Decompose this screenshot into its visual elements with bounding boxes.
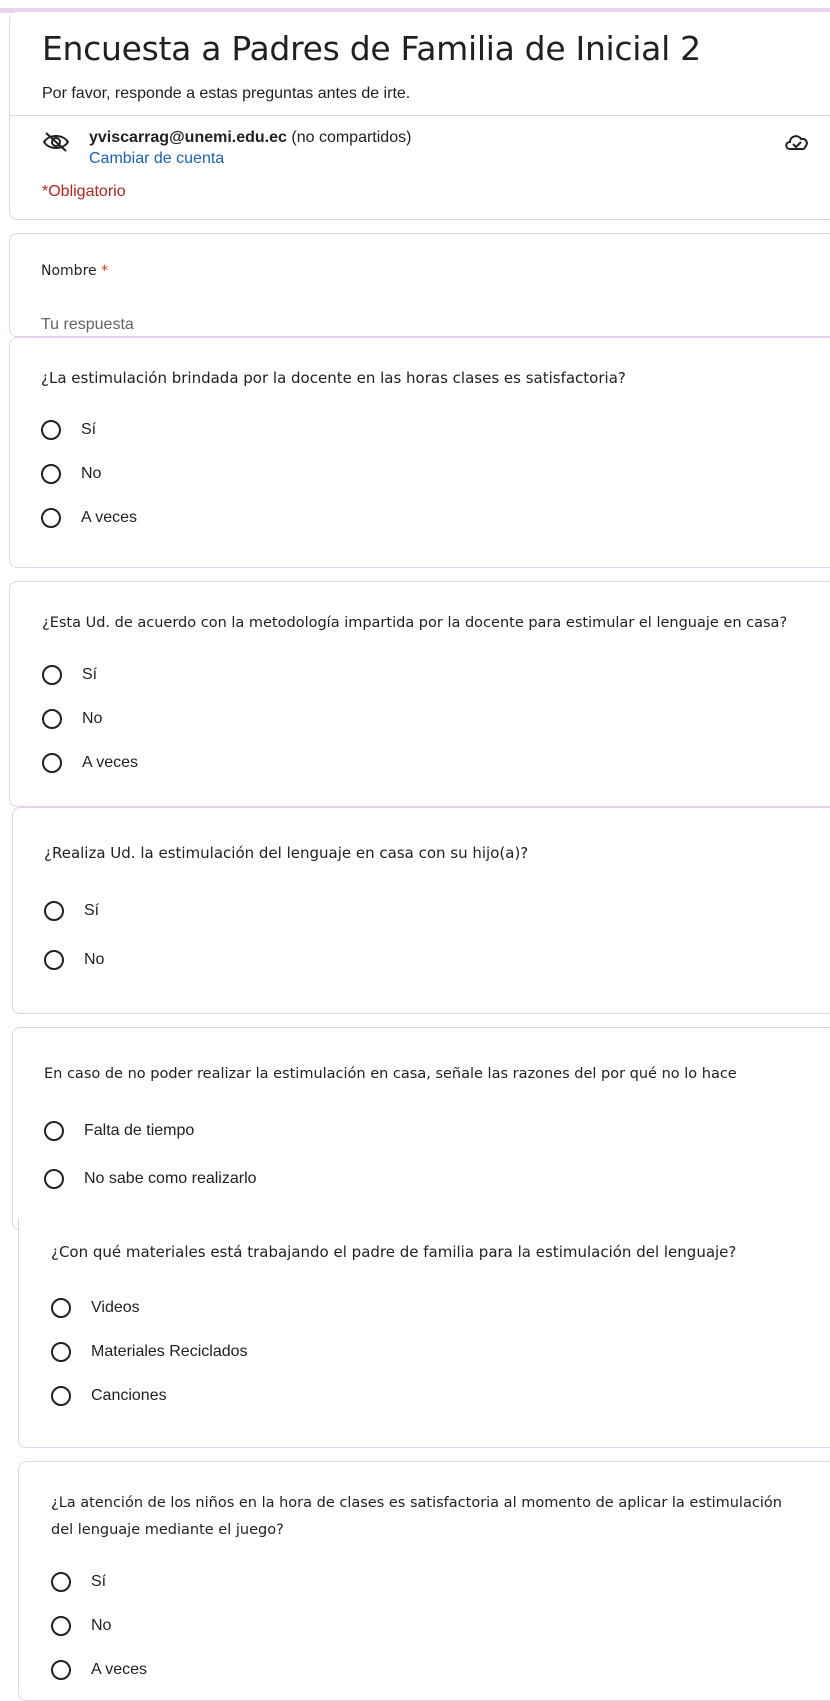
required-asterisk: *	[101, 263, 109, 279]
radio-option[interactable]: A veces	[41, 504, 137, 532]
option-label: No	[81, 465, 102, 482]
question-text: ¿Con qué materiales está trabajando el p…	[51, 1243, 737, 1261]
radio-option[interactable]: Sí	[44, 897, 99, 925]
option-label: Canciones	[91, 1387, 167, 1404]
option-label: Sí	[84, 902, 100, 919]
radio-option[interactable]: No	[51, 1612, 111, 1640]
eye-off-icon	[42, 132, 70, 152]
question-card-5: ¿Con qué materiales está trabajando el p…	[18, 1218, 830, 1448]
radio-option[interactable]: No	[41, 460, 101, 488]
radio-option[interactable]: Sí	[51, 1568, 106, 1596]
radio-option[interactable]: Falta de tiempo	[44, 1117, 194, 1145]
radio-option[interactable]: A veces	[42, 749, 138, 777]
question-card-1: ¿La estimulación brindada por la docente…	[9, 337, 830, 568]
option-label: No	[84, 951, 105, 968]
radio-circle[interactable]	[51, 1298, 71, 1318]
name-label: Nombre	[41, 263, 97, 279]
option-label: Sí	[81, 421, 97, 438]
radio-circle[interactable]	[42, 753, 62, 773]
question-text: ¿La atención de los niños en la hora de …	[51, 1490, 782, 1544]
radio-circle[interactable]	[41, 420, 61, 440]
option-label: No sabe como realizarlo	[84, 1170, 257, 1187]
header-card: Encuesta a Padres de Familia de Inicial …	[9, 12, 830, 220]
header-divider	[10, 115, 830, 116]
radio-option[interactable]: No sabe como realizarlo	[44, 1165, 257, 1193]
cloud-check-icon	[785, 135, 808, 150]
switch-account-link[interactable]: Cambiar de cuenta	[89, 150, 224, 168]
radio-option[interactable]: A veces	[51, 1656, 147, 1684]
radio-option[interactable]: Canciones	[51, 1382, 167, 1410]
radio-option[interactable]: No	[42, 705, 102, 733]
account-line: yviscarrag@unemi.edu.ec (no compartidos)	[89, 129, 411, 147]
required-note: *Obligatorio	[42, 183, 126, 200]
radio-circle[interactable]	[44, 901, 64, 921]
question-text: En caso de no poder realizar la estimula…	[44, 1066, 737, 1082]
radio-circle[interactable]	[51, 1572, 71, 1592]
question-card-6: ¿La atención de los niños en la hora de …	[18, 1461, 830, 1701]
question-text: ¿La estimulación brindada por la docente…	[41, 369, 626, 387]
option-label: Sí	[82, 666, 98, 683]
radio-circle[interactable]	[51, 1616, 71, 1636]
option-label: Materiales Reciclados	[91, 1343, 248, 1360]
option-label: A veces	[91, 1661, 148, 1678]
radio-option[interactable]: No	[44, 946, 104, 974]
radio-circle[interactable]	[41, 508, 61, 528]
question-text-line-1: ¿La atención de los niños en la hora de …	[51, 1495, 782, 1511]
option-label: Videos	[91, 1299, 140, 1316]
question-text-line-2: del lenguaje mediante el juego?	[51, 1522, 284, 1538]
radio-circle[interactable]	[41, 464, 61, 484]
question-card-4: En caso de no poder realizar la estimula…	[12, 1027, 830, 1230]
radio-circle[interactable]	[44, 950, 64, 970]
name-question-card: Nombre * Tu respuesta	[9, 233, 830, 337]
option-label: A veces	[81, 509, 138, 526]
radio-circle[interactable]	[42, 665, 62, 685]
option-label: A veces	[82, 754, 139, 771]
option-label: No	[82, 710, 103, 727]
radio-circle[interactable]	[51, 1342, 71, 1362]
radio-option[interactable]: Videos	[51, 1294, 140, 1322]
option-label: Falta de tiempo	[84, 1122, 195, 1139]
question-text: ¿Esta Ud. de acuerdo con la metodología …	[42, 615, 788, 631]
form-description: Por favor, responde a estas preguntas an…	[42, 85, 411, 102]
radio-circle[interactable]	[42, 709, 62, 729]
question-card-3: ¿Realiza Ud. la estimulación del lenguaj…	[12, 807, 830, 1014]
option-label: Sí	[91, 1573, 107, 1590]
radio-circle[interactable]	[44, 1169, 64, 1189]
radio-circle[interactable]	[51, 1386, 71, 1406]
name-question-label: Nombre *	[41, 258, 108, 285]
account-email: yviscarrag@unemi.edu.ec	[89, 129, 287, 146]
radio-option[interactable]: Sí	[42, 661, 97, 689]
option-label: No	[91, 1617, 112, 1634]
radio-circle[interactable]	[51, 1660, 71, 1680]
question-card-2: ¿Esta Ud. de acuerdo con la metodología …	[9, 581, 830, 807]
radio-option[interactable]: Materiales Reciclados	[51, 1338, 248, 1366]
question-text: ¿Realiza Ud. la estimulación del lenguaj…	[44, 844, 529, 862]
form-title: Encuesta a Padres de Familia de Inicial …	[42, 29, 701, 68]
account-note: (no compartidos)	[291, 129, 412, 146]
radio-circle[interactable]	[44, 1121, 64, 1141]
radio-option[interactable]: Sí	[41, 416, 96, 444]
name-answer-input[interactable]: Tu respuesta	[41, 316, 134, 334]
